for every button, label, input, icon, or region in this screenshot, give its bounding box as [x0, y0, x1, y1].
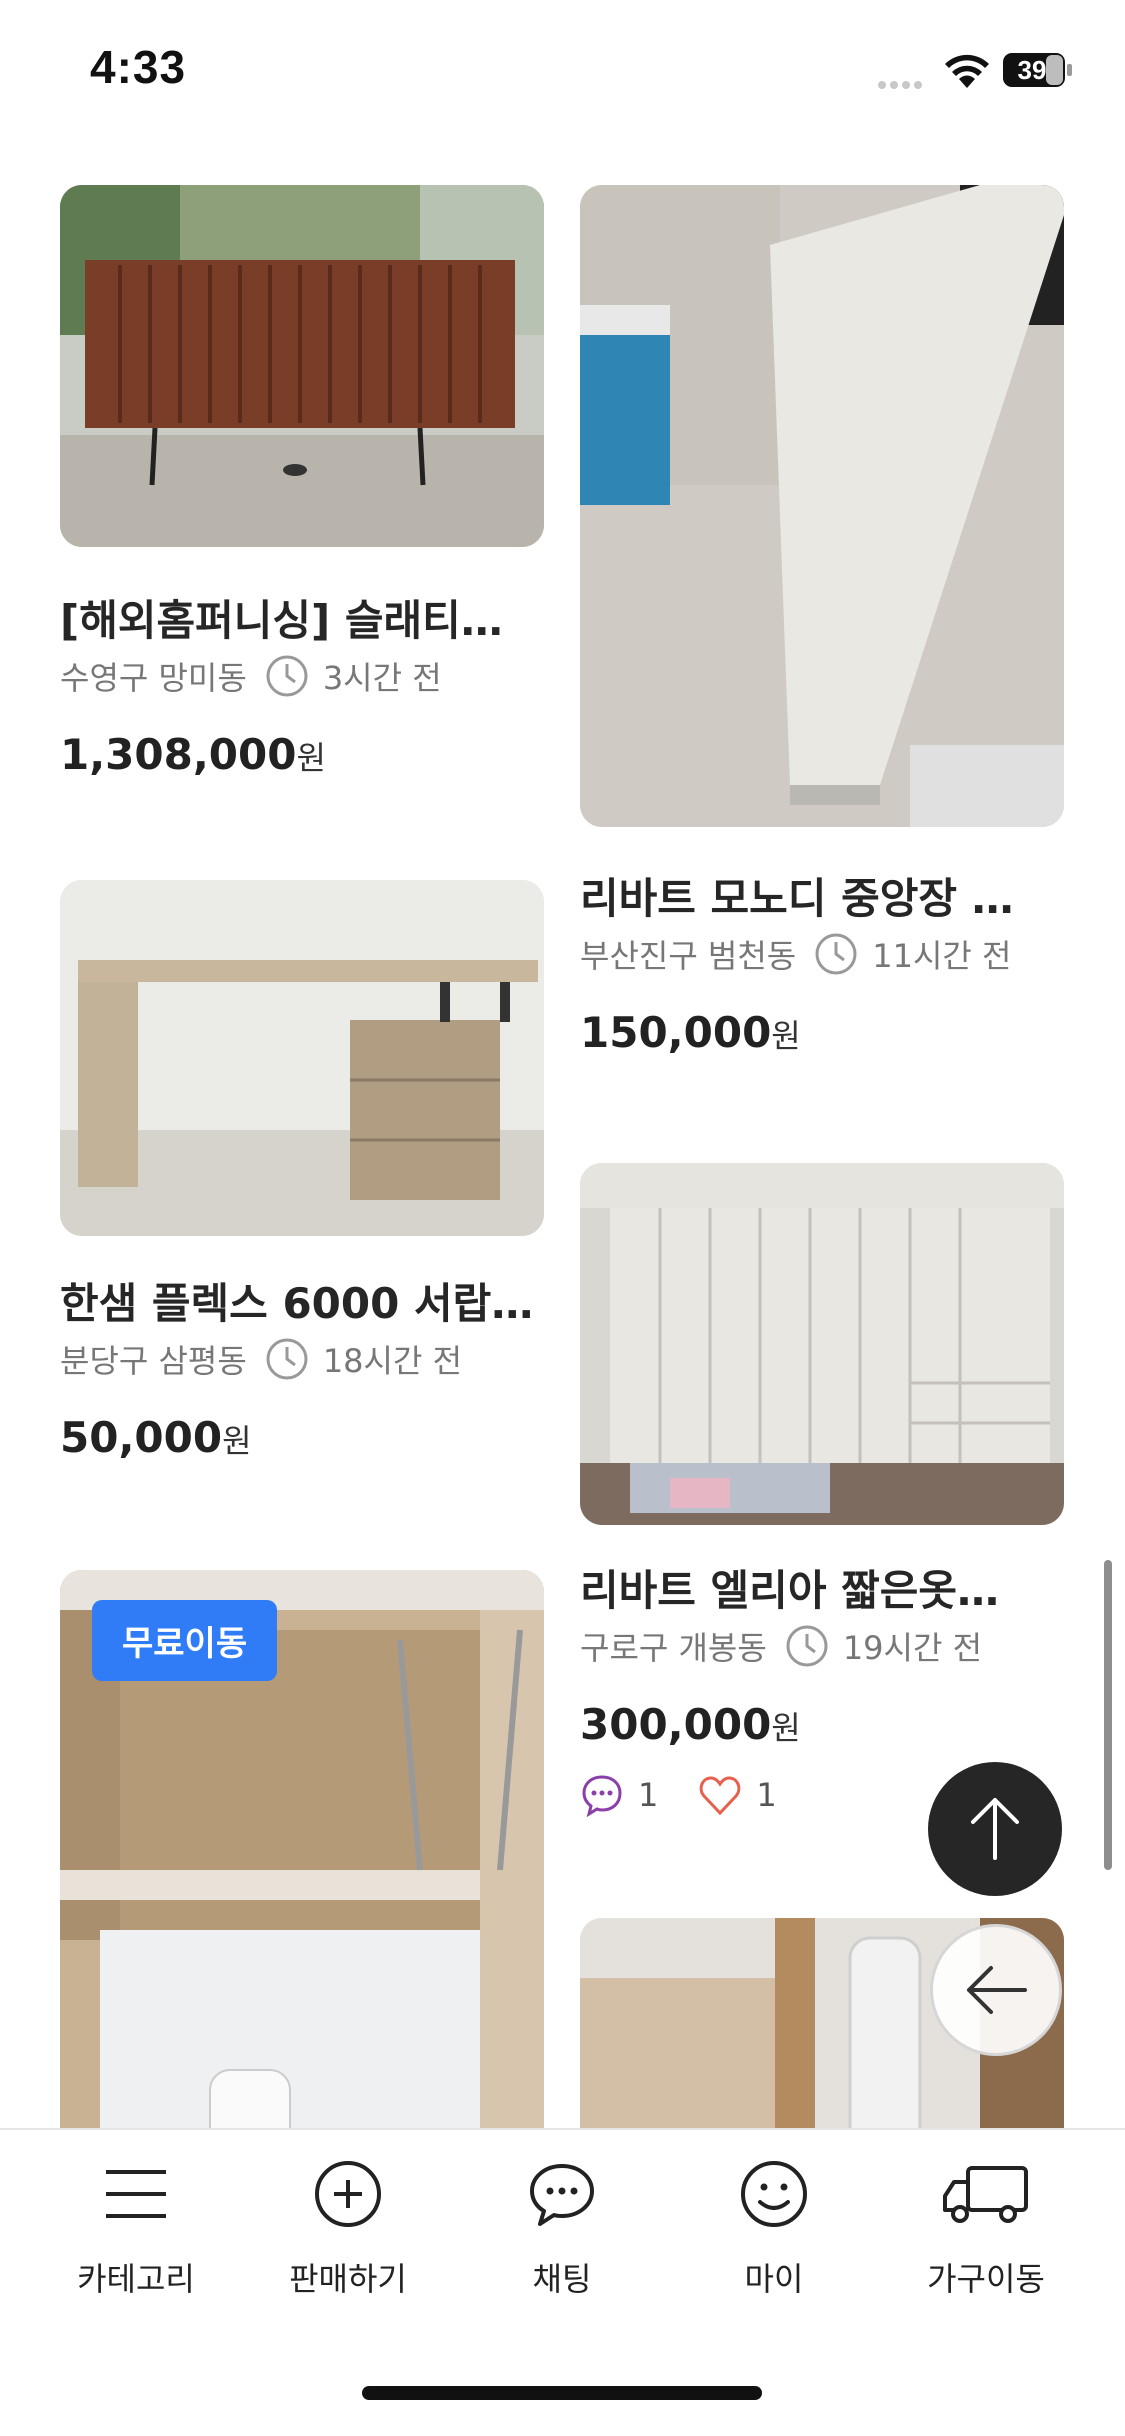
product-image[interactable]	[60, 185, 544, 547]
product-time: 3시간 전	[322, 659, 442, 697]
product-price: 150,000원	[580, 1008, 801, 1057]
scroll-to-top-button[interactable]	[928, 1762, 1062, 1896]
product-title[interactable]: 한샘 플렉스 6000 서랍…	[60, 1270, 544, 1331]
price-currency: 원	[771, 1709, 801, 1747]
product-location: 분당구 삼평동	[60, 1342, 247, 1380]
product-meta: 수영구 망미동 3시간 전	[60, 653, 442, 699]
price-value: 1,308,000	[60, 730, 297, 779]
product-card[interactable]: 무료이동	[60, 1570, 544, 2170]
nav-furniture-moving[interactable]: 가구이동	[886, 2158, 1086, 2308]
product-title[interactable]: [해외홈퍼니싱] 슬래티…	[60, 587, 544, 648]
signal-icon	[878, 74, 926, 93]
nav-my[interactable]: 마이	[674, 2158, 874, 2308]
nav-chat[interactable]: 채팅	[462, 2158, 662, 2308]
nav-label: 카테고리	[77, 2260, 195, 2298]
product-location: 수영구 망미동	[60, 659, 247, 697]
status-bar: 4:33 39	[0, 0, 1125, 140]
chat-count: 1	[638, 1776, 659, 1814]
product-card-info[interactable]: 리바트 모노디 중앙장 … 부산진구 범천동 11시간 전 150,000원	[580, 865, 1064, 1065]
product-time: 11시간 전	[872, 937, 1012, 975]
status-time: 4:33	[90, 41, 187, 93]
price-value: 150,000	[580, 1008, 772, 1057]
product-card[interactable]: [해외홈퍼니싱] 슬래티… 수영구 망미동 3시간 전 1,308,000원	[60, 185, 544, 785]
product-title[interactable]: 리바트 모노디 중앙장 …	[580, 865, 1064, 926]
nav-label: 마이	[744, 2260, 804, 2298]
arrow-up-icon	[971, 1798, 1019, 1860]
product-card[interactable]: 리바트 엘리아 짧은옷… 구로구 개봉동 19시간 전 300,000원 1 1	[580, 1163, 1064, 1823]
battery-icon: 39	[1003, 53, 1072, 87]
price-currency: 원	[222, 1422, 252, 1460]
scrollbar[interactable]	[1104, 1560, 1112, 1870]
product-time: 18시간 전	[322, 1342, 463, 1380]
wifi-icon	[945, 54, 989, 88]
product-meta: 구로구 개봉동 19시간 전	[580, 1623, 982, 1669]
clock-icon	[786, 1625, 828, 1667]
truck-icon	[943, 2166, 1028, 2223]
price-currency: 원	[296, 739, 326, 777]
nav-label: 가구이동	[927, 2260, 1045, 2298]
price-value: 300,000	[580, 1700, 772, 1749]
price-value: 50,000	[60, 1413, 223, 1462]
chat-count-icon	[582, 1775, 622, 1817]
nav-sell[interactable]: 판매하기	[248, 2158, 448, 2308]
product-location: 부산진구 범천동	[580, 937, 797, 975]
price-currency: 원	[771, 1017, 801, 1055]
product-card[interactable]: 한샘 플렉스 6000 서랍… 분당구 삼평동 18시간 전 50,000원	[60, 880, 544, 1480]
product-price: 50,000원	[60, 1413, 252, 1462]
arrow-left-icon	[967, 1966, 1027, 2014]
battery-level: 39	[1018, 55, 1047, 85]
clock-icon	[266, 1338, 308, 1380]
product-image[interactable]	[580, 1163, 1064, 1525]
home-indicator[interactable]	[362, 2386, 762, 2400]
product-price: 1,308,000원	[60, 730, 326, 779]
menu-icon	[106, 2170, 166, 2218]
product-meta: 분당구 삼평동 18시간 전	[60, 1336, 462, 1382]
plus-circle-icon	[315, 2161, 381, 2227]
product-title[interactable]: 리바트 엘리아 짧은옷…	[580, 1557, 1064, 1618]
nav-category[interactable]: 카테고리	[36, 2158, 236, 2308]
like-count: 1	[756, 1776, 777, 1814]
product-image[interactable]	[580, 185, 1064, 827]
nav-label: 판매하기	[289, 2260, 407, 2298]
back-button[interactable]	[930, 1924, 1062, 2056]
product-location: 구로구 개봉동	[580, 1629, 767, 1667]
engagement-row: 1 1	[580, 1773, 777, 1817]
heart-icon	[700, 1776, 741, 1816]
product-price: 300,000원	[580, 1700, 801, 1749]
product-meta: 부산진구 범천동 11시간 전	[580, 931, 1011, 977]
product-image[interactable]	[60, 880, 544, 1236]
clock-icon	[815, 933, 857, 975]
product-time: 19시간 전	[842, 1629, 983, 1667]
nav-label: 채팅	[532, 2260, 592, 2298]
smile-icon	[741, 2161, 807, 2227]
chat-icon	[530, 2164, 594, 2226]
clock-icon	[266, 655, 308, 697]
free-moving-badge: 무료이동	[92, 1600, 278, 1681]
